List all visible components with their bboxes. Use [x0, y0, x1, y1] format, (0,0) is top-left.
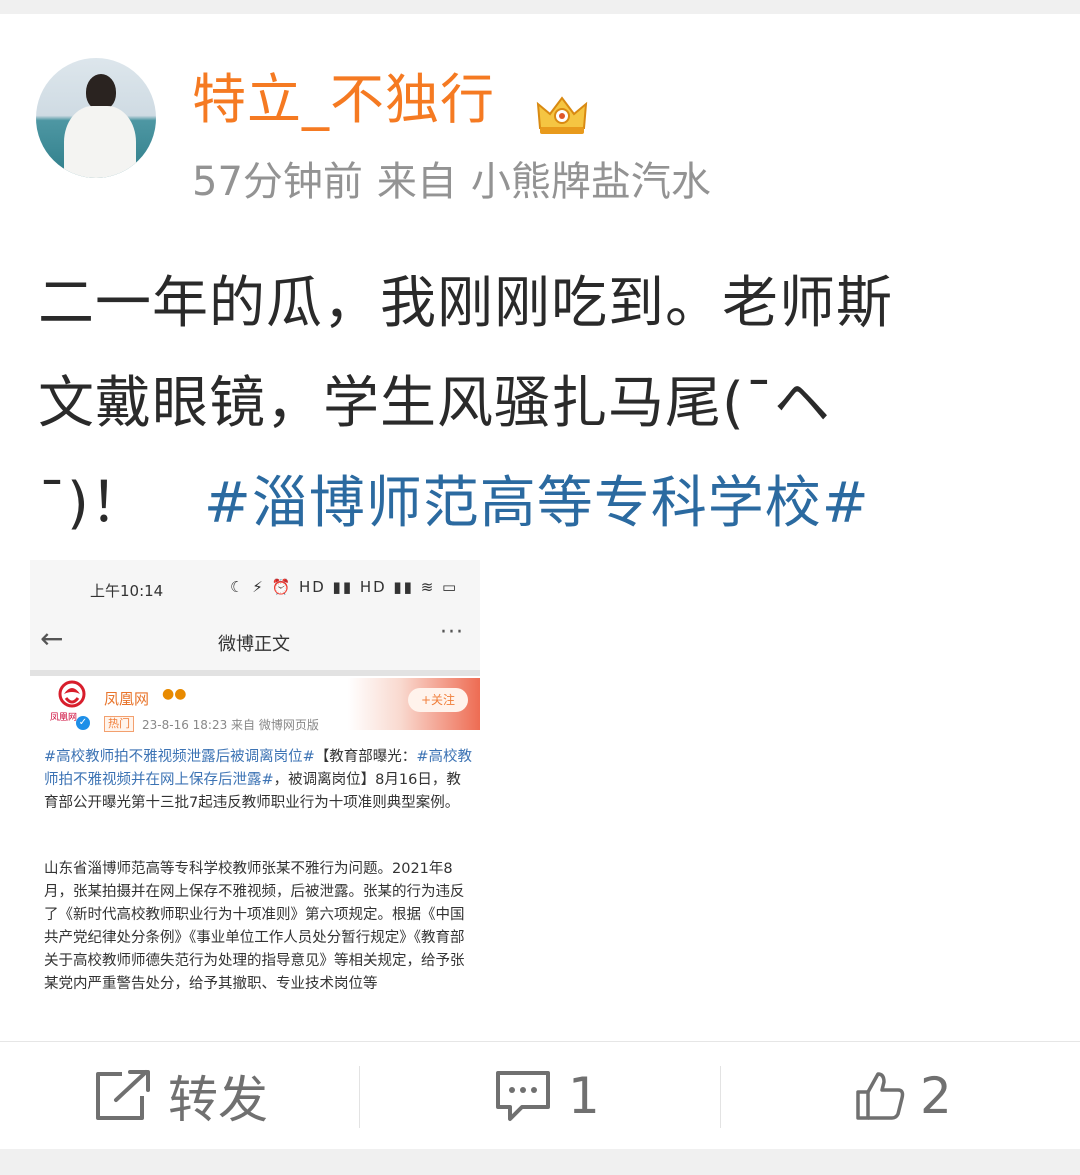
post-image[interactable]: 上午10:14 ☾ ⚡ ⏰ HD ▮▮ HD ▮▮ ≋ ▭ ← 微博正文 ···…	[30, 560, 480, 1026]
avatar-head	[86, 74, 116, 110]
back-arrow-icon: ←	[40, 622, 64, 655]
like-count: 2	[920, 1067, 952, 1125]
image-status-bar: 上午10:14 ☾ ⚡ ⏰ HD ▮▮ HD ▮▮ ≋ ▭	[30, 560, 480, 612]
post-time: 57分钟前	[192, 159, 363, 205]
image-status-icons: ☾ ⚡ ⏰ HD ▮▮ HD ▮▮ ≋ ▭	[230, 578, 459, 596]
image-logo-caption: 凤凰网	[50, 713, 78, 723]
image-hot-tag: 热门	[104, 716, 134, 732]
image-source-badges-icon: ●●	[162, 686, 187, 702]
image-source-meta: 23-8-16 18:23 来自 微博网页版	[142, 718, 319, 732]
content-line-1: 二一年的瓜，我刚刚吃到。老师斯	[38, 271, 893, 336]
repost-label: 转发	[168, 1071, 268, 1129]
image-status-time: 上午10:14	[90, 582, 164, 600]
bottom-strip	[0, 1149, 1080, 1175]
image-hashtag-1: #高校教师拍不雅视频泄露后被调离岗位#	[44, 749, 315, 765]
vip-crown-icon[interactable]	[534, 94, 590, 136]
image-follow-button: +关注	[408, 688, 468, 712]
post-source[interactable]: 小熊牌盐汽水	[471, 159, 711, 205]
content-line-2: 文戴眼镜，学生风骚扎马尾(ˉヘ	[38, 354, 1048, 454]
content-line-2-text: 文戴眼镜，学生风骚扎马尾(ˉ	[38, 371, 774, 436]
username[interactable]: 特立_不独行	[192, 68, 495, 132]
top-strip	[0, 0, 1080, 14]
like-button[interactable]: 2	[854, 1042, 952, 1150]
more-dots-icon: ···	[440, 620, 464, 645]
image-paragraph-1: #高校教师拍不雅视频泄露后被调离岗位#【教育部曝光：#高校教师拍不雅视频并在网上…	[44, 746, 472, 815]
image-nav-title: 微博正文	[218, 634, 290, 655]
user-avatar[interactable]	[36, 58, 156, 178]
action-bar: 转发 1 2	[0, 1041, 1080, 1150]
action-divider	[720, 1066, 721, 1128]
content-arrow: ヘ	[773, 371, 831, 436]
share-icon	[96, 1070, 150, 1120]
verified-badge-icon: ✓	[76, 716, 90, 730]
thumbs-up-icon	[856, 1072, 905, 1120]
repost-button[interactable]: 转发	[92, 1042, 268, 1150]
comment-icon	[496, 1071, 550, 1121]
avatar-body	[64, 106, 136, 178]
image-paragraph-2: 山东省淄博师范高等专科学校教师张某不雅行为问题。2021年8月，张某拍摄并在网上…	[44, 861, 465, 992]
image-nav-bar: ← 微博正文 ···	[30, 612, 480, 676]
post-content: 二一年的瓜，我刚刚吃到。老师斯 文戴眼镜，学生风骚扎马尾(ˉヘ ˉ)！ #淄博师…	[38, 254, 1048, 554]
action-divider	[359, 1066, 360, 1128]
image-source-name: 凤凰网	[104, 690, 150, 708]
source-prefix: 来自	[376, 159, 457, 205]
image-text-1: 【教育部曝光：	[314, 749, 417, 765]
content-line-3-text: ˉ)！	[38, 471, 147, 536]
comment-button[interactable]: 1	[492, 1042, 600, 1150]
post-meta: 57分钟前 来自 小熊牌盐汽水	[192, 157, 725, 207]
comment-count: 1	[568, 1067, 600, 1125]
content-line-3: ˉ)！ #淄博师范高等专科学校#	[38, 454, 1048, 554]
topic-hashtag-link[interactable]: #淄博师范高等专科学校#	[204, 471, 870, 536]
